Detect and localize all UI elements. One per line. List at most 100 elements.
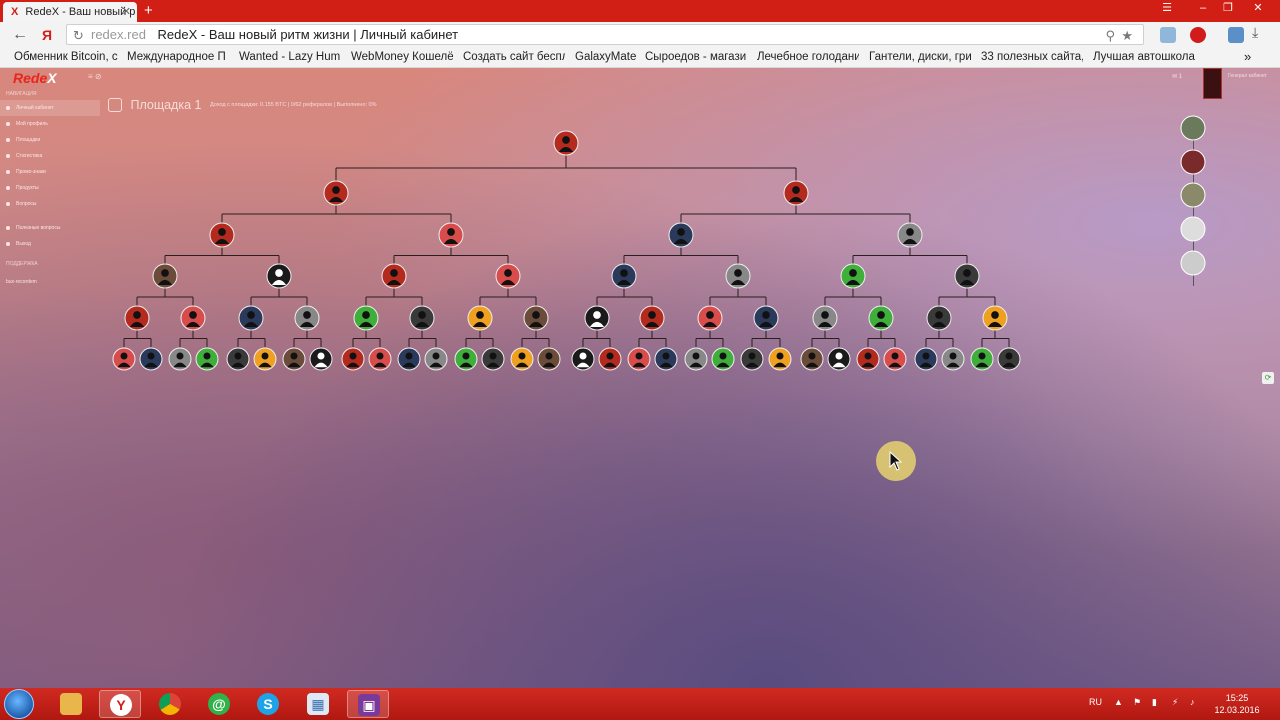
- taskbar-skype[interactable]: S: [247, 690, 289, 718]
- restore-icon[interactable]: ❐: [1216, 0, 1240, 16]
- tree-node-avatar[interactable]: [668, 222, 694, 248]
- tree-node-avatar[interactable]: [883, 347, 907, 371]
- cloud-extension-icon[interactable]: [1160, 27, 1176, 43]
- close-tab-icon[interactable]: ✕: [122, 5, 131, 18]
- browser-tab-active[interactable]: X RedeX - Ваш новый р ✕: [3, 2, 137, 22]
- tree-node-avatar[interactable]: [725, 263, 751, 289]
- reload-icon[interactable]: ↻: [73, 28, 84, 44]
- url-field[interactable]: ↻ redex.red RedeX - Ваш новый ритм жизни…: [66, 24, 1144, 45]
- upline-avatar[interactable]: [1180, 216, 1206, 242]
- tree-node-avatar[interactable]: [495, 263, 521, 289]
- download-icon[interactable]: ⤓: [1252, 24, 1268, 40]
- tree-node-avatar[interactable]: [523, 305, 549, 331]
- tree-node-avatar[interactable]: [584, 305, 610, 331]
- tree-node-avatar[interactable]: [697, 305, 723, 331]
- taskbar-chrome[interactable]: [149, 690, 191, 718]
- bookmark-item[interactable]: Сыроедов - магази: [645, 51, 747, 63]
- tree-node-avatar[interactable]: [294, 305, 320, 331]
- tree-node-avatar[interactable]: [768, 347, 792, 371]
- tree-node-avatar[interactable]: [941, 347, 965, 371]
- tree-node-avatar[interactable]: [997, 347, 1021, 371]
- tree-node-avatar[interactable]: [684, 347, 708, 371]
- upline-avatar[interactable]: [1180, 115, 1206, 141]
- network-icon[interactable]: ▮: [1152, 697, 1157, 708]
- tree-node-avatar[interactable]: [537, 347, 561, 371]
- tree-node-avatar[interactable]: [152, 263, 178, 289]
- taskbar-explorer[interactable]: [50, 690, 92, 718]
- bookmarks-more-icon[interactable]: »: [1244, 49, 1251, 64]
- tree-node-avatar[interactable]: [467, 305, 493, 331]
- tree-node-avatar[interactable]: [424, 347, 448, 371]
- language-indicator[interactable]: RU: [1089, 697, 1102, 707]
- tree-node-avatar[interactable]: [282, 347, 306, 371]
- bookmark-item[interactable]: Гантели, диски, гри: [869, 51, 971, 63]
- tree-node-avatar[interactable]: [856, 347, 880, 371]
- tree-node-avatar[interactable]: [654, 347, 678, 371]
- minimize-icon[interactable]: –: [1191, 0, 1215, 16]
- screen-extension-icon[interactable]: [1228, 27, 1244, 43]
- side-widget-icon[interactable]: ⟳: [1262, 372, 1274, 384]
- tree-node-avatar[interactable]: [812, 305, 838, 331]
- tree-node-avatar[interactable]: [409, 305, 435, 331]
- taskbar-yandex-browser[interactable]: Y: [99, 690, 141, 718]
- tree-node-avatar[interactable]: [112, 347, 136, 371]
- tree-node-avatar[interactable]: [266, 263, 292, 289]
- tree-node-avatar[interactable]: [381, 263, 407, 289]
- tree-node-avatar[interactable]: [454, 347, 478, 371]
- tree-node-avatar[interactable]: [926, 305, 952, 331]
- bookmark-item[interactable]: Международное П: [127, 51, 229, 63]
- tree-node-avatar[interactable]: [711, 347, 735, 371]
- tree-node-avatar[interactable]: [611, 263, 637, 289]
- yandex-icon[interactable]: Я: [42, 27, 52, 43]
- bookmark-item[interactable]: WebMoney Кошелё: [351, 51, 453, 63]
- tree-node-avatar[interactable]: [840, 263, 866, 289]
- tree-node-avatar[interactable]: [510, 347, 534, 371]
- tree-node-avatar[interactable]: [598, 347, 622, 371]
- bookmark-item[interactable]: Создать сайт беспл: [463, 51, 565, 63]
- volume-icon[interactable]: ♪: [1190, 697, 1195, 707]
- bookmark-item[interactable]: Wanted - Lazy Hum:: [239, 51, 341, 63]
- tree-node-avatar[interactable]: [753, 305, 779, 331]
- bookmark-item[interactable]: Лечебное голодани: [757, 51, 859, 63]
- tree-node-avatar[interactable]: [639, 305, 665, 331]
- tree-node-avatar[interactable]: [481, 347, 505, 371]
- tree-node-avatar[interactable]: [783, 180, 809, 206]
- browser-menu-icon[interactable]: ☰: [1155, 0, 1179, 16]
- tree-node-avatar[interactable]: [195, 347, 219, 371]
- upline-avatar[interactable]: [1180, 149, 1206, 175]
- tree-node-avatar[interactable]: [341, 347, 365, 371]
- tree-node-avatar[interactable]: [438, 222, 464, 248]
- bookmark-item[interactable]: Лучшая автошкола: [1093, 51, 1195, 63]
- tree-node-avatar[interactable]: [800, 347, 824, 371]
- taskbar-icq[interactable]: @: [198, 690, 240, 718]
- power-icon[interactable]: ⚡: [1172, 697, 1178, 708]
- bookmark-star-icon[interactable]: ★: [1121, 28, 1133, 44]
- back-arrow-icon[interactable]: ←: [12, 26, 28, 44]
- tree-node-avatar[interactable]: [226, 347, 250, 371]
- tree-node-avatar[interactable]: [180, 305, 206, 331]
- new-tab-button[interactable]: +: [144, 2, 153, 19]
- tree-node-avatar[interactable]: [868, 305, 894, 331]
- tree-node-avatar[interactable]: [323, 180, 349, 206]
- close-window-icon[interactable]: ✕: [1246, 0, 1270, 16]
- bookmark-item[interactable]: 33 полезных сайта,: [981, 51, 1083, 63]
- tree-node-avatar[interactable]: [238, 305, 264, 331]
- upline-avatar[interactable]: [1180, 250, 1206, 276]
- tree-node-avatar[interactable]: [914, 347, 938, 371]
- tree-node-avatar[interactable]: [368, 347, 392, 371]
- tree-node-avatar[interactable]: [954, 263, 980, 289]
- upline-avatar[interactable]: [1180, 182, 1206, 208]
- tree-node-avatar[interactable]: [627, 347, 651, 371]
- tree-node-avatar[interactable]: [124, 305, 150, 331]
- tree-node-avatar[interactable]: [353, 305, 379, 331]
- tree-node-avatar[interactable]: [970, 347, 994, 371]
- bookmark-item[interactable]: Обменник Bitcoin, с: [14, 51, 118, 63]
- tree-node-avatar[interactable]: [139, 347, 163, 371]
- tree-node-avatar[interactable]: [309, 347, 333, 371]
- system-clock[interactable]: 15:25 12.03.2016: [1212, 692, 1262, 716]
- tree-node-avatar[interactable]: [740, 347, 764, 371]
- tree-node-avatar[interactable]: [553, 130, 579, 156]
- search-icon[interactable]: ⚲: [1105, 28, 1115, 44]
- tree-node-avatar[interactable]: [571, 347, 595, 371]
- tree-node-avatar[interactable]: [982, 305, 1008, 331]
